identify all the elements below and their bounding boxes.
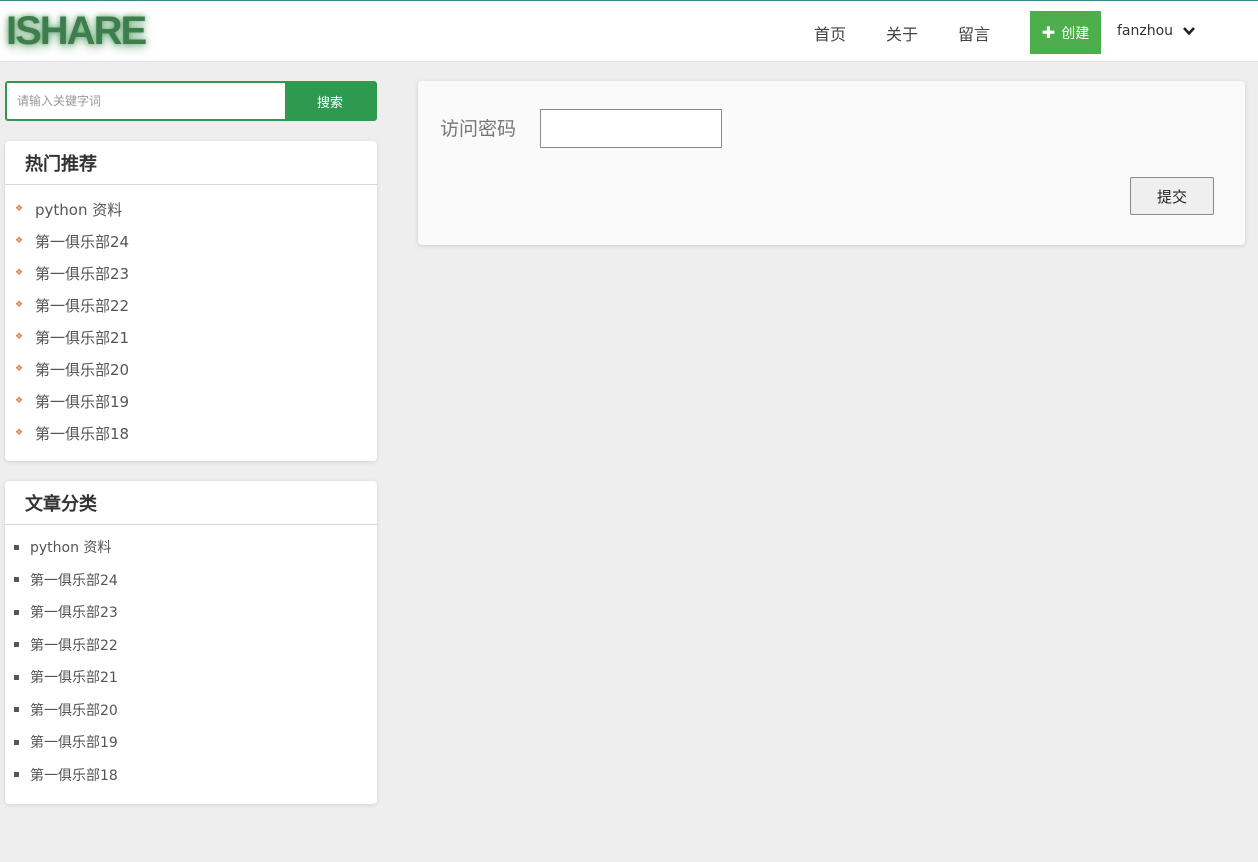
hot-recommend-panel: 热门推荐 ❖ python 资料 ❖ 第一俱乐部24 ❖ 第一俱乐部23 ❖ 第一俱乐部…	[5, 141, 377, 461]
square-bullet-icon	[14, 609, 19, 615]
square-bullet-icon	[14, 642, 19, 648]
diamond-bullet-icon: ❖	[15, 332, 24, 342]
top-navbar: ISHARE 首页 关于 留言 ✚ 创建 fanzhou	[0, 0, 1258, 62]
hot-recommend-list: ❖ python 资料 ❖ 第一俱乐部24 ❖ 第一俱乐部23 ❖ 第一俱乐部22 ❖ 第…	[5, 185, 377, 461]
list-item[interactable]: 第一俱乐部23	[5, 596, 377, 629]
list-item[interactable]: 第一俱乐部19	[5, 726, 377, 759]
list-item[interactable]: ❖ python 资料	[5, 193, 377, 225]
category-title: 文章分类	[5, 481, 377, 525]
user-menu[interactable]: fanzhou	[1117, 23, 1196, 39]
nav-message[interactable]: 留言	[958, 21, 990, 45]
square-bullet-icon	[14, 674, 19, 680]
list-item[interactable]: 第一俱乐部22	[5, 629, 377, 662]
password-input[interactable]	[540, 109, 722, 148]
create-button-label: 创建	[1061, 25, 1090, 42]
category-list: python 资料 第一俱乐部24 第一俱乐部23 第一俱乐部22 第一俱乐部2…	[5, 525, 377, 803]
diamond-bullet-icon: ❖	[15, 396, 24, 406]
username: fanzhou	[1117, 23, 1174, 39]
list-item[interactable]: ❖ 第一俱乐部20	[5, 353, 377, 385]
nav-about[interactable]: 关于	[886, 21, 918, 45]
diamond-bullet-icon: ❖	[15, 268, 24, 278]
square-bullet-icon	[14, 577, 19, 583]
square-bullet-icon	[14, 544, 19, 550]
list-item[interactable]: ❖ 第一俱乐部22	[5, 289, 377, 321]
submit-button[interactable]: 提交	[1130, 177, 1214, 215]
category-panel: 文章分类 python 资料 第一俱乐部24 第一俱乐部23 第一俱乐部22 第…	[5, 481, 377, 804]
square-bullet-icon	[14, 772, 19, 778]
list-item[interactable]: ❖ 第一俱乐部18	[5, 417, 377, 449]
list-item[interactable]: ❖ 第一俱乐部24	[5, 225, 377, 257]
search-button[interactable]: 搜索	[285, 83, 375, 119]
diamond-bullet-icon: ❖	[15, 300, 24, 310]
create-button[interactable]: ✚ 创建	[1030, 11, 1101, 54]
list-item[interactable]: ❖ 第一俱乐部19	[5, 385, 377, 417]
list-item[interactable]: 第一俱乐部20	[5, 694, 377, 727]
chevron-down-icon	[1183, 26, 1196, 36]
list-item[interactable]: 第一俱乐部18	[5, 759, 377, 792]
search-bar: 搜索	[5, 81, 377, 121]
list-item[interactable]: python 资料	[5, 531, 377, 564]
password-label: 访问密码	[440, 118, 517, 140]
diamond-bullet-icon: ❖	[15, 364, 24, 374]
list-item[interactable]: ❖ 第一俱乐部23	[5, 257, 377, 289]
diamond-bullet-icon: ❖	[15, 236, 24, 246]
plus-icon: ✚	[1041, 23, 1056, 42]
diamond-bullet-icon: ❖	[15, 428, 24, 438]
hot-recommend-title: 热门推荐	[5, 141, 377, 185]
password-form-card: 访问密码 提交	[418, 81, 1245, 245]
nav-home[interactable]: 首页	[814, 21, 846, 45]
diamond-bullet-icon: ❖	[15, 204, 24, 214]
site-logo[interactable]: ISHARE	[6, 9, 147, 54]
square-bullet-icon	[14, 739, 19, 745]
search-input[interactable]	[7, 83, 285, 119]
list-item[interactable]: 第一俱乐部21	[5, 661, 377, 694]
square-bullet-icon	[14, 707, 19, 713]
list-item[interactable]: ❖ 第一俱乐部21	[5, 321, 377, 353]
list-item[interactable]: 第一俱乐部24	[5, 564, 377, 597]
